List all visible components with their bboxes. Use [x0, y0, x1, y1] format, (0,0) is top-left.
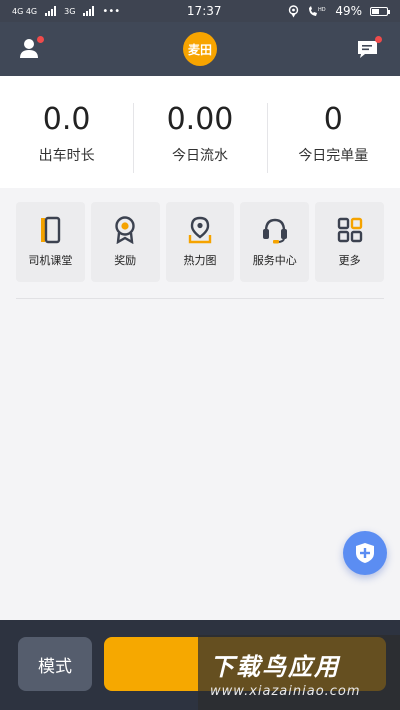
profile-button[interactable]: [18, 36, 44, 62]
more-dots-icon: •••: [102, 5, 121, 17]
map-pin-icon: [188, 216, 212, 244]
stat-label: 今日流水: [171, 148, 228, 164]
watermark-title: 下载鸟应用: [210, 653, 340, 681]
status-bar: 4G 4G 3G ••• 17:37 HD 49%: [0, 0, 400, 22]
stat-online-time[interactable]: 0.0 出车时长: [0, 99, 133, 165]
shield-plus-icon: [356, 543, 374, 563]
message-notification-dot: [375, 36, 382, 43]
hd-call-icon: HD: [309, 6, 326, 16]
quick-item-rewards[interactable]: 奖励: [90, 202, 160, 282]
profile-notification-dot: [37, 36, 44, 43]
safety-shield-button[interactable]: [343, 531, 387, 575]
battery-percent: 49%: [335, 4, 362, 18]
mode-button[interactable]: 模式: [18, 637, 92, 691]
quick-label: 热力图: [183, 254, 217, 267]
bottom-bar: 模式 下载鸟应用 www.xiazainiao.com: [0, 620, 400, 710]
svg-text:HD: HD: [318, 7, 326, 13]
section-divider: [16, 298, 384, 299]
stat-today-revenue[interactable]: 0.00 今日流水: [133, 99, 266, 173]
headset-icon: [262, 218, 287, 244]
grid-icon: [337, 217, 362, 243]
location-icon: [289, 4, 299, 17]
watermark-url: www.xiazainiao.com: [210, 684, 361, 699]
medal-icon: [115, 216, 135, 244]
stat-today-orders[interactable]: 0 今日完单量: [266, 99, 400, 173]
quick-label: 更多: [338, 254, 361, 267]
stat-value: 0: [323, 102, 343, 137]
watermark: 下载鸟应用 www.xiazainiao.com: [198, 635, 400, 710]
stat-value: 0.0: [42, 102, 91, 137]
status-time: 17:37: [186, 4, 222, 18]
stat-label: 出车时长: [38, 148, 95, 164]
status-right: HD 49%: [288, 4, 390, 18]
quick-actions: 司机课堂 奖励 热力图 服务中心 更多: [16, 202, 384, 282]
stat-label: 今日完单量: [298, 148, 369, 164]
signal-icon-2: [83, 6, 95, 16]
battery-icon: [369, 6, 390, 16]
network-label-2: 3G: [64, 6, 76, 16]
quick-item-driver-class[interactable]: 司机课堂: [16, 202, 85, 282]
network-label-1: 4G 4G: [12, 6, 38, 16]
stat-value: 0.00: [166, 102, 234, 137]
quick-item-service-center[interactable]: 服务中心: [240, 202, 310, 282]
quick-item-more[interactable]: 更多: [315, 202, 384, 282]
quick-item-heatmap[interactable]: 热力图: [165, 202, 235, 282]
status-left: 4G 4G 3G •••: [12, 6, 120, 17]
app-logo: 麦田: [183, 32, 217, 66]
quick-label: 司机课堂: [28, 254, 73, 267]
quick-label: 奖励: [114, 254, 137, 267]
signal-icon: [45, 6, 57, 16]
message-button[interactable]: [356, 36, 382, 62]
top-header: 麦田: [0, 22, 400, 76]
quick-label: 服务中心: [252, 254, 297, 267]
book-icon: [41, 216, 61, 244]
stats-panel: 0.0 出车时长 0.00 今日流水 0 今日完单量: [0, 76, 400, 188]
